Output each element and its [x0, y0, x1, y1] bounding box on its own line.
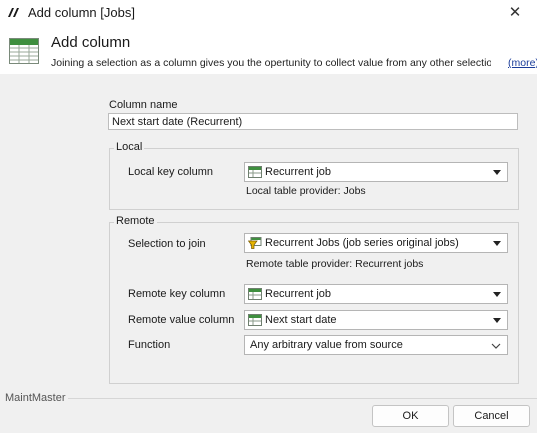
local-key-column-select[interactable]: Recurrent job [244, 162, 508, 182]
maintmaster-logo-icon [8, 8, 19, 17]
dialog-description: Joining a selection as a column gives yo… [51, 57, 491, 69]
local-group-title: Local [114, 141, 145, 153]
close-icon: ✕ [508, 4, 522, 21]
table-icon [248, 166, 262, 178]
title-bar: Add column [Jobs] ✕ [0, 0, 537, 26]
dialog-title: Add column [51, 34, 131, 51]
remote-provider-text: Remote table provider: Recurrent jobs [246, 258, 424, 270]
remote-value-column-label: Remote value column [128, 314, 235, 326]
function-label: Function [128, 339, 171, 351]
function-value: Any arbitrary value from source [250, 339, 403, 351]
footer-divider [68, 398, 537, 399]
column-name-input[interactable]: Next start date (Recurrent) [108, 113, 518, 130]
window-title: Add column [Jobs] [28, 5, 135, 20]
selection-funnel-icon [248, 237, 262, 249]
table-add-column-icon [9, 38, 39, 64]
dropdown-arrow-icon [493, 318, 501, 323]
dropdown-arrow-icon [493, 241, 501, 246]
close-button[interactable]: ✕ [503, 3, 527, 23]
cancel-button[interactable]: Cancel [453, 405, 530, 427]
remote-key-column-value: Recurrent job [265, 288, 332, 300]
selection-to-join-label: Selection to join [128, 238, 206, 250]
more-link[interactable]: (more) [508, 57, 537, 69]
dropdown-arrow-icon [493, 292, 501, 297]
column-name-label: Column name [109, 99, 178, 111]
chevron-down-icon [491, 343, 501, 349]
remote-key-column-select[interactable]: Recurrent job [244, 284, 508, 304]
table-icon [248, 288, 262, 300]
table-icon [248, 314, 262, 326]
dropdown-arrow-icon [493, 170, 501, 175]
function-select[interactable]: Any arbitrary value from source [244, 335, 508, 355]
dialog-header: Add column Joining a selection as a colu… [0, 26, 537, 74]
remote-key-column-label: Remote key column [128, 288, 226, 300]
remote-value-column-select[interactable]: Next start date [244, 310, 508, 330]
brand-label: MaintMaster [5, 392, 66, 404]
local-key-column-label: Local key column [128, 166, 213, 178]
remote-value-column-value: Next start date [265, 314, 337, 326]
ok-button[interactable]: OK [372, 405, 449, 427]
selection-to-join-select[interactable]: Recurrent Jobs (job series original jobs… [244, 233, 508, 253]
local-key-column-value: Recurrent job [265, 166, 332, 178]
remote-group-title: Remote [114, 215, 157, 227]
selection-to-join-value: Recurrent Jobs (job series original jobs… [265, 237, 459, 249]
local-provider-text: Local table provider: Jobs [246, 185, 366, 197]
